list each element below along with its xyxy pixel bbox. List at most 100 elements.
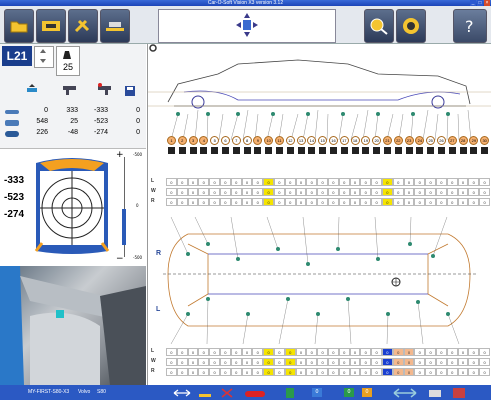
grid-cell[interactable]: 0 — [252, 188, 264, 196]
point-number[interactable]: 8 — [242, 136, 252, 145]
grid-cell[interactable]: 0 — [328, 358, 339, 366]
grid-cell[interactable]: 0 — [382, 188, 393, 196]
grid-cell[interactable]: 0 — [403, 198, 415, 206]
grid-cell[interactable]: 0 — [317, 188, 328, 196]
grid-cell[interactable]: 0 — [274, 198, 285, 206]
grid-cell[interactable]: 0 — [241, 358, 253, 366]
target-button[interactable] — [396, 9, 426, 43]
grid-cell[interactable]: 0 — [392, 178, 404, 186]
grid-cell[interactable]: 0 — [392, 368, 404, 376]
grid-cell[interactable]: 0 — [328, 188, 339, 196]
grid-cell[interactable]: 0 — [392, 348, 404, 356]
grid-cell[interactable]: 0 — [230, 348, 242, 356]
grid-cell[interactable]: 0 — [176, 188, 188, 196]
grid-cell[interactable]: 0 — [425, 368, 436, 376]
grid-cell[interactable]: 0 — [382, 198, 393, 206]
point-number[interactable]: 6 — [221, 136, 230, 145]
grid-cell[interactable]: 0 — [403, 348, 415, 356]
grid-cell[interactable]: 0 — [220, 368, 231, 376]
grid-cell[interactable]: 0 — [479, 178, 490, 186]
point-number[interactable]: 11 — [275, 136, 284, 145]
point-number[interactable]: 17 — [339, 136, 349, 145]
grid-cell[interactable]: 0 — [457, 188, 469, 196]
ruler-icon[interactable] — [284, 387, 296, 399]
grid-cell[interactable]: 0 — [263, 348, 274, 356]
point-number[interactable]: 18 — [350, 136, 360, 145]
grid-cell[interactable]: 0 — [176, 178, 188, 186]
grid-cell[interactable]: 0 — [328, 368, 339, 376]
tools-button[interactable] — [68, 9, 98, 43]
grid-cell[interactable]: 0 — [338, 178, 350, 186]
grid-cell[interactable]: 0 — [284, 368, 296, 376]
grid-cell[interactable]: 0 — [338, 188, 350, 196]
grid-cell[interactable]: 0 — [209, 358, 220, 366]
grid-cell[interactable]: 0 — [252, 198, 264, 206]
grid-cell[interactable]: 0 — [414, 198, 426, 206]
grid-cell[interactable]: 0 — [263, 198, 274, 206]
grid-cell[interactable]: 0 — [263, 188, 274, 196]
grid-cell[interactable]: 0 — [349, 178, 361, 186]
grid-cell[interactable]: 0 — [274, 188, 285, 196]
point-number[interactable]: 27 — [447, 136, 457, 145]
grid-cell[interactable]: 0 — [187, 178, 199, 186]
grid-cell[interactable]: 0 — [209, 348, 220, 356]
grid-cell[interactable]: 0 — [446, 348, 458, 356]
point-number[interactable]: 21 — [383, 136, 392, 145]
grid-cell[interactable]: 0 — [176, 368, 188, 376]
grid-cell[interactable]: 0 — [209, 188, 220, 196]
grid-cell[interactable]: 0 — [436, 198, 447, 206]
grid-cell[interactable]: 0 — [166, 188, 177, 196]
grid-cell[interactable]: 0 — [198, 198, 210, 206]
grid-cell[interactable]: 0 — [371, 178, 382, 186]
grid-cell[interactable]: 0 — [457, 358, 469, 366]
grid-cell[interactable]: 0 — [252, 348, 264, 356]
point-number[interactable]: 23 — [404, 136, 414, 145]
grid-cell[interactable]: 0 — [274, 358, 285, 366]
double-arrow-icon[interactable] — [392, 387, 418, 399]
grid-cell[interactable]: 0 — [220, 198, 231, 206]
lift-button[interactable] — [100, 9, 130, 43]
grid-cell[interactable]: 0 — [446, 188, 458, 196]
grid-cell[interactable]: 0 — [436, 358, 447, 366]
grid-cell[interactable]: 0 — [166, 348, 177, 356]
grid-cell[interactable]: 0 — [230, 178, 242, 186]
grid-cell[interactable]: 0 — [446, 178, 458, 186]
grid-cell[interactable]: 0 — [306, 368, 318, 376]
grid-cell[interactable]: 0 — [479, 348, 490, 356]
grid-cell[interactable]: 0 — [328, 178, 339, 186]
grid-cell[interactable]: 0 — [371, 188, 382, 196]
grid-cell[interactable]: 0 — [371, 368, 382, 376]
grid-cell[interactable]: 0 — [425, 358, 436, 366]
grid-cell[interactable]: 0 — [382, 348, 393, 356]
grid-cell[interactable]: 0 — [403, 368, 415, 376]
grid-cell[interactable]: 0 — [403, 188, 415, 196]
point-number[interactable]: 2 — [177, 136, 187, 145]
grid-cell[interactable]: 0 — [209, 198, 220, 206]
grid-cell[interactable]: 0 — [295, 348, 307, 356]
exit-icon[interactable] — [452, 387, 466, 399]
grid-cell[interactable]: 0 — [317, 368, 328, 376]
point-number[interactable]: 26 — [437, 136, 446, 145]
grid-cell[interactable]: 0 — [284, 348, 296, 356]
lift-small-icon[interactable] — [198, 387, 212, 399]
grid-cell[interactable]: 0 — [187, 358, 199, 366]
grid-cell[interactable]: 0 — [198, 348, 210, 356]
grid-cell[interactable]: 0 — [176, 348, 188, 356]
point-number[interactable]: 22 — [393, 136, 403, 145]
grid-cell[interactable]: 0 — [166, 368, 177, 376]
grid-cell[interactable]: 0 — [187, 188, 199, 196]
grid-cell[interactable]: 0 — [436, 188, 447, 196]
grid-cell[interactable]: 0 — [468, 348, 480, 356]
grid-cell[interactable]: 0 — [425, 348, 436, 356]
point-number[interactable]: 7 — [231, 136, 241, 145]
car-file-button[interactable] — [36, 9, 66, 43]
grid-cell[interactable]: 0 — [220, 188, 231, 196]
grid-cell[interactable]: 0 — [230, 198, 242, 206]
grid-cell[interactable]: 0 — [241, 368, 253, 376]
grid-cell[interactable]: 0 — [403, 358, 415, 366]
grid-cell[interactable]: 0 — [403, 178, 415, 186]
zoom-button[interactable] — [364, 9, 394, 43]
point-number[interactable]: 13 — [296, 136, 306, 145]
grid-cell[interactable]: 0 — [306, 188, 318, 196]
grid-cell[interactable]: 0 — [360, 348, 372, 356]
